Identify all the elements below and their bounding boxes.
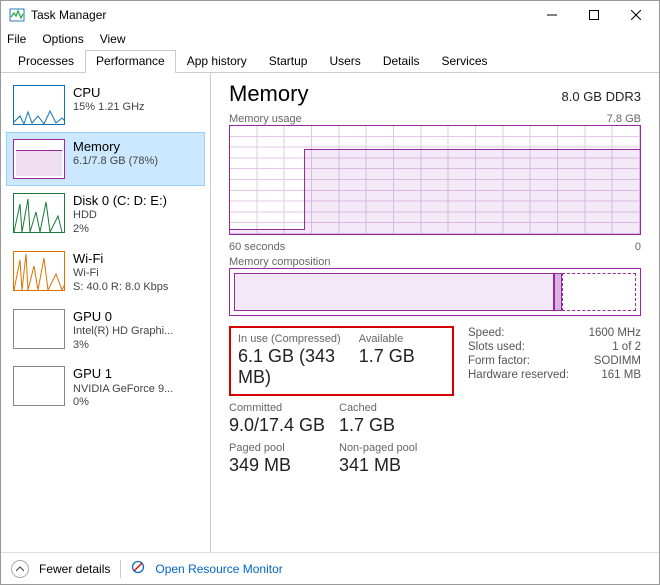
sidebar-item-disk[interactable]: Disk 0 (C: D: E:) HDD 2% <box>6 186 205 244</box>
paged-label: Paged pool <box>229 442 339 454</box>
tab-app-history[interactable]: App history <box>176 50 258 73</box>
tab-users[interactable]: Users <box>318 50 371 73</box>
sidebar-item-label: Memory <box>73 139 158 155</box>
hw-label: Hardware reserved: <box>468 369 569 381</box>
sidebar-item-label: GPU 0 <box>73 309 173 325</box>
sidebar-item-label: CPU <box>73 85 145 101</box>
sidebar-item-sub2: 3% <box>73 339 173 353</box>
resmon-icon <box>131 560 145 577</box>
sidebar-item-cpu[interactable]: CPU 15% 1.21 GHz <box>6 78 205 132</box>
speed-value: 1600 MHz <box>589 327 641 339</box>
footer: Fewer details Open Resource Monitor <box>1 552 659 584</box>
slots-label: Slots used: <box>468 341 525 353</box>
sidebar-item-wifi[interactable]: Wi-Fi Wi-Fi S: 40.0 R: 8.0 Kbps <box>6 244 205 302</box>
composition-label: Memory composition <box>229 256 330 268</box>
sidebar-item-memory[interactable]: Memory 6.1/7.8 GB (78%) <box>6 132 205 186</box>
tab-services[interactable]: Services <box>431 50 499 73</box>
form-value: SODIMM <box>594 355 641 367</box>
gpu0-thumb-icon <box>13 309 65 349</box>
sidebar-item-sub2: 2% <box>73 223 167 237</box>
sidebar-item-label: GPU 1 <box>73 366 173 382</box>
sidebar-item-label: Disk 0 (C: D: E:) <box>73 193 167 209</box>
sidebar-item-label: Wi-Fi <box>73 251 168 267</box>
sidebar-item-sub: HDD <box>73 209 167 223</box>
menu-file[interactable]: File <box>7 32 26 46</box>
sidebar-item-sub: 6.1/7.8 GB (78%) <box>73 155 158 169</box>
in-use-label: In use (Compressed) <box>238 333 359 345</box>
window-title: Task Manager <box>31 8 106 22</box>
committed-label: Committed <box>229 402 339 414</box>
menu-options[interactable]: Options <box>42 32 83 46</box>
committed-value: 9.0/17.4 GB <box>229 415 339 436</box>
nonpaged-value: 341 MB <box>339 455 449 476</box>
hw-value: 161 MB <box>601 369 641 381</box>
highlighted-stats-box: In use (Compressed) Available 6.1 GB (34… <box>229 326 454 396</box>
chevron-up-icon[interactable] <box>11 560 29 578</box>
nonpaged-label: Non-paged pool <box>339 442 449 454</box>
cached-value: 1.7 GB <box>339 415 449 436</box>
cached-label: Cached <box>339 402 449 414</box>
usage-chart-label: Memory usage <box>229 113 302 125</box>
usage-chart-max: 7.8 GB <box>607 113 641 125</box>
close-button[interactable] <box>615 2 657 28</box>
slots-value: 1 of 2 <box>612 341 641 353</box>
tab-bar: Processes Performance App history Startu… <box>1 49 659 73</box>
divider <box>120 560 121 578</box>
maximize-button[interactable] <box>573 2 615 28</box>
sidebar-item-gpu1[interactable]: GPU 1 NVIDIA GeForce 9... 0% <box>6 359 205 417</box>
wifi-thumb-icon <box>13 251 65 291</box>
tab-performance[interactable]: Performance <box>85 50 176 73</box>
speed-label: Speed: <box>468 327 504 339</box>
tab-startup[interactable]: Startup <box>258 50 319 73</box>
tab-processes[interactable]: Processes <box>7 50 85 73</box>
open-resource-monitor-link[interactable]: Open Resource Monitor <box>155 562 282 576</box>
tab-details[interactable]: Details <box>372 50 431 73</box>
sidebar-item-sub: Intel(R) HD Graphi... <box>73 325 173 339</box>
capacity-label: 8.0 GB DDR3 <box>562 89 641 104</box>
sidebar-item-sub: NVIDIA GeForce 9... <box>73 383 173 397</box>
main-panel: Memory 8.0 GB DDR3 Memory usage 7.8 GB 6… <box>211 73 659 552</box>
right-stats: Speed: 1600 MHz Slots used: 1 of 2 Form fa… <box>468 326 641 396</box>
sidebar-item-sub2: S: 40.0 R: 8.0 Kbps <box>73 281 168 295</box>
menu-view[interactable]: View <box>100 32 126 46</box>
titlebar: Task Manager <box>1 1 659 29</box>
content-area: CPU 15% 1.21 GHz Memory 6.1/7.8 GB (78%)… <box>1 73 659 552</box>
app-icon <box>9 7 25 23</box>
cpu-thumb-icon <box>13 85 65 125</box>
disk-thumb-icon <box>13 193 65 233</box>
memory-usage-chart <box>229 125 641 235</box>
memory-composition-chart <box>229 268 641 316</box>
gpu1-thumb-icon <box>13 366 65 406</box>
usage-axis-left: 60 seconds <box>229 241 285 253</box>
in-use-value: 6.1 GB (343 MB) <box>238 346 359 388</box>
paged-value: 349 MB <box>229 455 339 476</box>
sidebar-item-sub: 15% 1.21 GHz <box>73 101 145 115</box>
sidebar-item-gpu0[interactable]: GPU 0 Intel(R) HD Graphi... 3% <box>6 302 205 360</box>
usage-axis-right: 0 <box>635 241 641 253</box>
memory-thumb-icon <box>13 139 65 179</box>
form-label: Form factor: <box>468 355 530 367</box>
sidebar: CPU 15% 1.21 GHz Memory 6.1/7.8 GB (78%)… <box>1 73 211 552</box>
minimize-button[interactable] <box>531 2 573 28</box>
sidebar-item-sub2: 0% <box>73 396 173 410</box>
sidebar-item-sub: Wi-Fi <box>73 267 168 281</box>
fewer-details-button[interactable]: Fewer details <box>39 562 110 576</box>
menubar: File Options View <box>1 29 659 49</box>
available-label: Available <box>359 333 445 345</box>
page-title: Memory <box>229 81 308 107</box>
available-value: 1.7 GB <box>359 346 445 388</box>
